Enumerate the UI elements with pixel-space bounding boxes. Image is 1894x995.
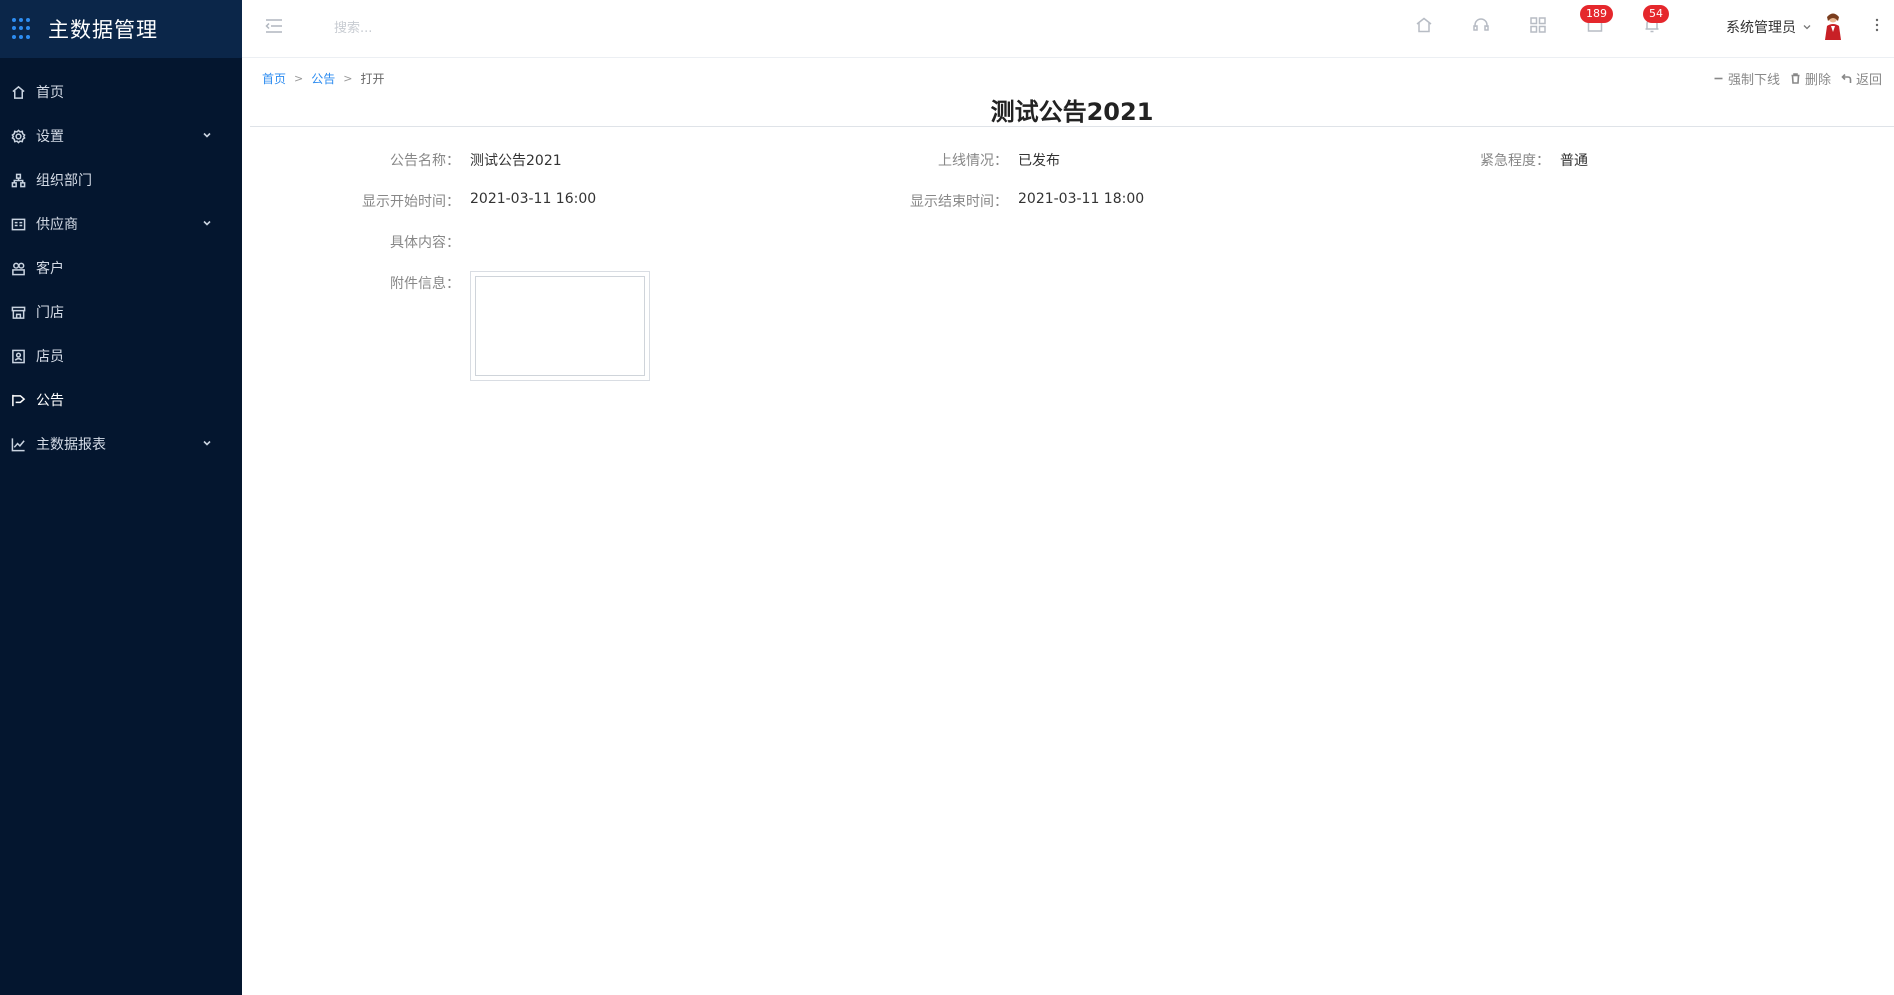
app-title: 主数据管理 xyxy=(48,18,158,42)
field-urgency: 紧急程度： 普通 xyxy=(1440,150,1588,170)
brand-header: 主数据管理 xyxy=(0,0,242,58)
breadcrumb-section-link[interactable]: 公告 xyxy=(311,70,335,87)
force-offline-label: 强制下线 xyxy=(1727,73,1780,88)
customer-icon xyxy=(12,262,25,275)
field-value: 测试公告2021 xyxy=(470,153,562,169)
field-start-time: 显示开始时间： 2021-03-11 16:00 xyxy=(350,191,596,211)
notifications-badge: 54 xyxy=(1643,5,1669,23)
attachment-thumbnail xyxy=(475,276,645,376)
attachment-preview[interactable] xyxy=(470,271,650,381)
field-label: 具体内容： xyxy=(390,235,460,251)
sidebar-nav: 首页 设置 组织部门 供应商 客户 门店 店员 公告 主数据报表 xyxy=(0,58,242,466)
collapse-menu-icon xyxy=(265,19,282,33)
minus-icon xyxy=(1714,77,1723,80)
user-menu[interactable]: 系统管理员 xyxy=(1726,17,1812,37)
field-label: 显示结束时间： xyxy=(910,194,1008,210)
sidebar-item-label: 组织部门 xyxy=(36,173,92,189)
field-online-status: 上线情况： 已发布 xyxy=(898,150,1060,170)
sidebar-item-label: 客户 xyxy=(36,261,64,277)
field-end-time: 显示结束时间： 2021-03-11 18:00 xyxy=(898,191,1144,211)
field-label: 紧急程度： xyxy=(1480,153,1550,169)
home-shortcut-button[interactable] xyxy=(1415,16,1433,34)
breadcrumb-separator: > xyxy=(294,72,304,85)
sidebar-item-label: 供应商 xyxy=(36,217,78,233)
field-value: 已发布 xyxy=(1018,153,1060,169)
chevron-down-icon xyxy=(203,220,211,226)
field-notice-name: 公告名称： 测试公告2021 xyxy=(350,150,562,170)
grid-icon xyxy=(1530,17,1546,33)
breadcrumb-home-link[interactable]: 首页 xyxy=(262,70,286,87)
field-content: 具体内容： xyxy=(350,232,470,252)
field-label: 上线情况： xyxy=(938,153,1008,169)
field-attachment: 附件信息： xyxy=(350,273,460,293)
sidebar-item-reports[interactable]: 主数据报表 xyxy=(0,422,242,466)
sidebar-item-label: 主数据报表 xyxy=(36,437,106,453)
top-header: 189 54 系统管理员 xyxy=(242,0,1894,58)
force-offline-button[interactable]: 强制下线 xyxy=(1713,69,1780,88)
breadcrumb-separator: > xyxy=(343,72,353,85)
delete-label: 删除 xyxy=(1804,73,1831,88)
trash-icon xyxy=(1791,73,1800,84)
back-label: 返回 xyxy=(1855,73,1882,88)
home-icon xyxy=(12,85,25,99)
sidebar-item-store[interactable]: 门店 xyxy=(0,290,242,334)
menu-toggle-button[interactable] xyxy=(264,16,284,36)
home-icon xyxy=(1416,17,1432,33)
avatar[interactable] xyxy=(1822,12,1844,40)
breadcrumb-current: 打开 xyxy=(360,72,385,86)
delete-button[interactable]: 删除 xyxy=(1790,69,1831,88)
main-content: 首页 > 公告 > 打开 强制下线 删除 返回 测试公告2021 公告名称： 测… xyxy=(250,58,1894,995)
sidebar-item-label: 门店 xyxy=(36,305,64,321)
gear-icon xyxy=(11,128,26,144)
store-icon xyxy=(11,306,26,319)
return-arrow-icon xyxy=(1841,73,1852,83)
field-label: 显示开始时间： xyxy=(362,194,460,210)
page-actions: 强制下线 删除 返回 xyxy=(1703,69,1882,88)
announcement-icon xyxy=(12,394,26,406)
sidebar-item-org[interactable]: 组织部门 xyxy=(0,158,242,202)
sidebar-item-label: 设置 xyxy=(36,129,64,145)
messages-button[interactable]: 189 xyxy=(1580,5,1613,34)
notifications-button[interactable]: 54 xyxy=(1643,5,1669,34)
headset-icon xyxy=(1473,18,1489,31)
sidebar-item-announcement[interactable]: 公告 xyxy=(0,378,242,422)
sidebar-item-home[interactable]: 首页 xyxy=(0,70,242,114)
staff-icon xyxy=(12,349,25,363)
apps-grid-button[interactable] xyxy=(1529,16,1547,34)
sidebar: 主数据管理 首页 设置 组织部门 供应商 客户 门店 店员 公告 主数据报表 xyxy=(0,0,242,995)
sidebar-item-label: 公告 xyxy=(36,393,64,409)
field-value: 普通 xyxy=(1560,153,1588,169)
search-input[interactable] xyxy=(334,17,594,39)
support-button[interactable] xyxy=(1472,16,1490,34)
divider xyxy=(250,126,1894,127)
sidebar-item-settings[interactable]: 设置 xyxy=(0,114,242,158)
supplier-icon xyxy=(11,218,26,230)
user-name: 系统管理员 xyxy=(1726,20,1796,36)
app-grid-logo-icon xyxy=(12,18,34,40)
chevron-down-icon xyxy=(203,440,211,446)
field-value: 2021-03-11 16:00 xyxy=(470,191,597,207)
breadcrumb: 首页 > 公告 > 打开 xyxy=(262,70,384,87)
sidebar-item-label: 首页 xyxy=(36,85,64,101)
sidebar-item-staff[interactable]: 店员 xyxy=(0,334,242,378)
org-chart-icon xyxy=(11,173,26,187)
sidebar-item-customer[interactable]: 客户 xyxy=(0,246,242,290)
more-options-icon[interactable] xyxy=(1874,16,1880,34)
sidebar-item-supplier[interactable]: 供应商 xyxy=(0,202,242,246)
chart-icon xyxy=(11,437,25,451)
field-value: 2021-03-11 18:00 xyxy=(1018,191,1145,207)
sidebar-item-label: 店员 xyxy=(36,349,64,365)
page-title: 测试公告2021 xyxy=(990,98,1154,126)
back-button[interactable]: 返回 xyxy=(1841,69,1882,88)
messages-badge: 189 xyxy=(1580,5,1613,23)
field-label: 公告名称： xyxy=(390,153,460,169)
field-label: 附件信息： xyxy=(390,276,460,292)
chevron-down-icon xyxy=(1803,25,1811,30)
chevron-down-icon xyxy=(203,132,211,138)
